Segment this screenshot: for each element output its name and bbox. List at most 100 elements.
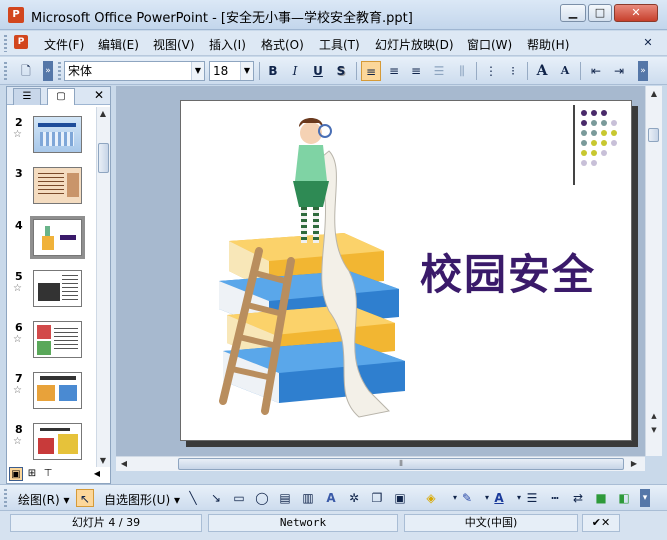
chevron-down-icon[interactable]: ▼ xyxy=(191,62,204,80)
bold-button[interactable]: B xyxy=(263,61,283,81)
vertical-textbox-icon[interactable]: ▥ xyxy=(299,489,317,507)
editor-horizontal-scrollbar[interactable]: ◀ ⦀ ▶ xyxy=(116,456,645,471)
slide-thumbnail-2[interactable]: 2 ☆ xyxy=(7,116,95,164)
scroll-up-icon[interactable]: ▲ xyxy=(648,89,660,98)
thumbnail-scrollbar[interactable]: ▲ ▼ xyxy=(96,107,110,467)
close-button[interactable]: ✕ xyxy=(614,4,658,22)
line-style-icon[interactable]: ☰ xyxy=(523,489,541,507)
scrollbar-thumb[interactable] xyxy=(648,128,659,142)
underline-button[interactable]: U xyxy=(308,61,328,81)
toolbar-overflow-icon[interactable]: » xyxy=(638,61,648,81)
slide-counter: 幻灯片 4 / 39 xyxy=(10,514,202,532)
next-slide-icon[interactable]: ▼ xyxy=(648,426,660,434)
textbox-icon[interactable]: ▤ xyxy=(276,489,294,507)
slide-thumbnail-4[interactable]: 4 xyxy=(7,216,95,267)
slideshow-view-icon[interactable]: ⊤ xyxy=(41,467,55,481)
slide-thumbnail-icon xyxy=(33,270,82,307)
font-name-select[interactable]: 宋体 ▼ xyxy=(64,61,205,81)
outline-tab-icon[interactable]: ☰ xyxy=(13,88,41,105)
justify-icon[interactable]: ☰ xyxy=(429,61,449,81)
italic-button[interactable]: I xyxy=(285,61,305,81)
previous-slide-icon[interactable]: ▲ xyxy=(648,412,660,420)
diagram-icon[interactable]: ✲ xyxy=(345,489,363,507)
align-left-icon[interactable]: ≡ xyxy=(361,61,381,81)
3d-style-icon[interactable]: ◧ xyxy=(615,489,633,507)
maximize-button[interactable]: □ xyxy=(588,4,612,22)
menu-tools[interactable]: 工具(T) xyxy=(319,36,360,53)
menu-view[interactable]: 视图(V) xyxy=(153,36,195,53)
menu-edit[interactable]: 编辑(E) xyxy=(98,36,139,53)
normal-view-icon[interactable]: ▣ xyxy=(9,467,23,481)
menu-format[interactable]: 格式(O) xyxy=(261,36,304,53)
grow-font-button[interactable]: A xyxy=(532,61,552,81)
scroll-left-icon[interactable]: ◀ xyxy=(118,459,130,468)
editor-vertical-scrollbar[interactable]: ▲ ▲ ▼ xyxy=(645,86,662,456)
slide-sorter-view-icon[interactable]: ⊞ xyxy=(25,467,39,481)
menu-window[interactable]: 窗口(W) xyxy=(467,36,512,53)
new-document-icon[interactable]: 🗋 xyxy=(16,61,36,81)
chevron-down-icon[interactable]: ▼ xyxy=(240,62,253,80)
scrollbar-thumb[interactable] xyxy=(98,143,109,173)
line-icon[interactable]: ╲ xyxy=(184,489,202,507)
align-right-icon[interactable]: ≡ xyxy=(406,61,426,81)
slide-thumbnail-icon xyxy=(33,423,82,460)
decrease-indent-icon[interactable]: ⇤ xyxy=(586,61,606,81)
scrollbar-thumb[interactable]: ⦀ xyxy=(178,458,624,470)
scroll-up-icon[interactable]: ▲ xyxy=(97,109,109,118)
font-color-icon[interactable]: A xyxy=(490,489,508,507)
spelling-check-icon[interactable]: ✔✕ xyxy=(582,514,620,532)
scroll-down-icon[interactable]: ▼ xyxy=(97,456,109,465)
text-direction-icon[interactable]: ⫼ xyxy=(452,61,472,81)
panel-tabs: ☰ ▢ ✕ xyxy=(7,87,110,105)
fill-color-icon[interactable]: ◈ xyxy=(422,489,440,507)
oval-icon[interactable]: ◯ xyxy=(253,489,271,507)
slide-thumbnail-7[interactable]: 7 ☆ xyxy=(7,372,95,420)
increase-indent-icon[interactable]: ⇥ xyxy=(609,61,629,81)
dot-pattern-icon xyxy=(581,110,617,166)
close-icon[interactable]: ✕ xyxy=(94,88,104,102)
slide-thumbnail-3[interactable]: 3 xyxy=(7,167,95,215)
clipart-icon[interactable]: ❐ xyxy=(368,489,386,507)
slide-canvas[interactable]: 校园安全 xyxy=(180,100,632,441)
menu-help[interactable]: 帮助(H) xyxy=(527,36,569,53)
picture-icon[interactable]: ▣ xyxy=(391,489,409,507)
shadow-style-icon[interactable]: ■ xyxy=(592,489,610,507)
scroll-left-icon[interactable]: ◀ xyxy=(90,467,104,481)
numbering-icon[interactable]: ⋮ xyxy=(481,61,501,81)
toolbar-grip[interactable] xyxy=(4,489,7,507)
menu-file[interactable]: 文件(F) xyxy=(44,36,84,53)
shrink-font-button[interactable]: A xyxy=(555,61,575,81)
shadow-button[interactable]: S xyxy=(331,61,351,81)
powerpoint-icon[interactable]: P xyxy=(8,7,24,23)
wordart-icon[interactable]: A xyxy=(322,489,340,507)
slide-thumbnail-5[interactable]: 5 ☆ xyxy=(7,270,95,318)
minimize-button[interactable]: ▁ xyxy=(560,4,586,22)
arrow-icon[interactable]: ↘ xyxy=(207,489,225,507)
slide-title[interactable]: 校园安全 xyxy=(420,241,596,302)
toolbar-grip[interactable] xyxy=(4,62,7,80)
dash-style-icon[interactable]: ┅ xyxy=(546,489,564,507)
bullets-icon[interactable]: ⁝ xyxy=(503,61,523,81)
autoshapes-menu[interactable]: 自选图形(U) ▾ xyxy=(104,491,180,508)
drawing-toolbar: 绘图(R) ▾ ↖ 自选图形(U) ▾ ╲ ↘ ▭ ◯ ▤ ▥ A ✲ ❐ ▣ … xyxy=(0,484,667,510)
slide-editor: 校园安全 xyxy=(116,86,645,456)
slides-tab-icon[interactable]: ▢ xyxy=(47,88,75,105)
slide-thumbnail-6[interactable]: 6 ☆ xyxy=(7,321,95,369)
scroll-right-icon[interactable]: ▶ xyxy=(628,459,640,468)
arrow-style-icon[interactable]: ⇄ xyxy=(569,489,587,507)
slide-thumbnail-8[interactable]: 8 ☆ xyxy=(7,423,95,471)
select-objects-icon[interactable]: ↖ xyxy=(76,489,94,507)
rectangle-icon[interactable]: ▭ xyxy=(230,489,248,507)
document-icon[interactable]: P xyxy=(14,35,28,49)
menu-insert[interactable]: 插入(I) xyxy=(209,36,246,53)
toolbar-overflow-icon[interactable]: » xyxy=(43,61,53,81)
align-center-icon[interactable]: ≡ xyxy=(384,61,404,81)
menu-grip[interactable] xyxy=(4,35,7,52)
draw-menu[interactable]: 绘图(R) ▾ xyxy=(18,491,70,508)
close-document-icon[interactable]: ✕ xyxy=(638,33,658,53)
font-size-select[interactable]: 18 ▼ xyxy=(209,61,254,81)
toolbar-grip-2[interactable] xyxy=(58,62,61,80)
line-color-icon[interactable]: ✎ xyxy=(458,489,476,507)
toolbar-overflow-icon[interactable]: ▾ xyxy=(640,489,650,507)
menu-slideshow[interactable]: 幻灯片放映(D) xyxy=(375,36,454,53)
